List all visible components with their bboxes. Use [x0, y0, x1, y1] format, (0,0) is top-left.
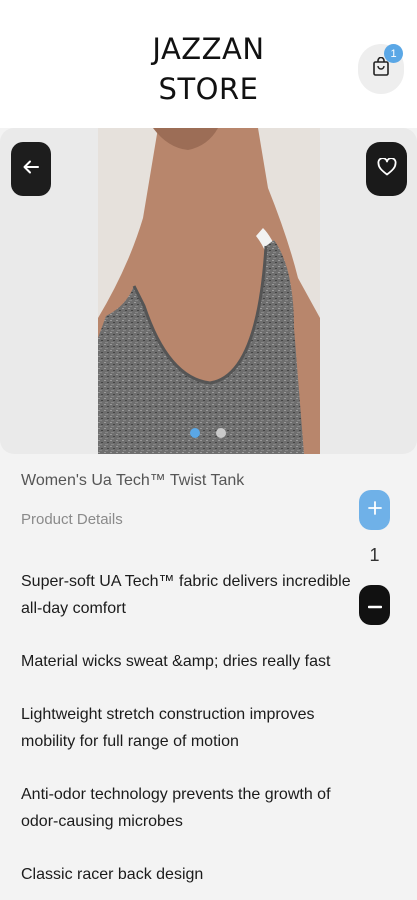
plus-icon: [367, 500, 382, 520]
increase-quantity-button[interactable]: [359, 490, 390, 530]
minus-icon: [367, 596, 382, 614]
store-title-line2: STORE: [158, 72, 259, 106]
cart-count-badge: 1: [384, 44, 403, 63]
feature-item: Classic racer back design: [21, 866, 204, 883]
feature-item: Lightweight stretch construction improve…: [21, 706, 315, 750]
back-button[interactable]: [11, 142, 51, 196]
header: JAZZAN STORE 1: [0, 0, 417, 128]
feature-item: Anti-odor technology prevents the growth…: [21, 786, 331, 830]
product-details-label: Product Details: [21, 511, 123, 528]
favorite-button[interactable]: [366, 142, 407, 196]
feature-item: Material wicks sweat &amp; dries really …: [21, 653, 331, 670]
heart-icon: [377, 156, 397, 181]
arrow-left-icon: [23, 160, 39, 179]
feature-list: Super-soft UA Tech™ fabric delivers incr…: [21, 568, 357, 888]
product-image-carousel[interactable]: [0, 128, 417, 454]
product-name: Women's Ua Tech™ Twist Tank: [21, 472, 245, 489]
carousel-dot-active[interactable]: [190, 428, 200, 438]
product-photo: [98, 128, 320, 454]
quantity-value: 1: [369, 545, 380, 565]
store-title-line1: JAZZAN: [152, 32, 265, 66]
feature-item: Super-soft UA Tech™ fabric delivers incr…: [21, 573, 351, 617]
carousel-dot[interactable]: [216, 428, 226, 438]
decrease-quantity-button[interactable]: [359, 585, 390, 625]
